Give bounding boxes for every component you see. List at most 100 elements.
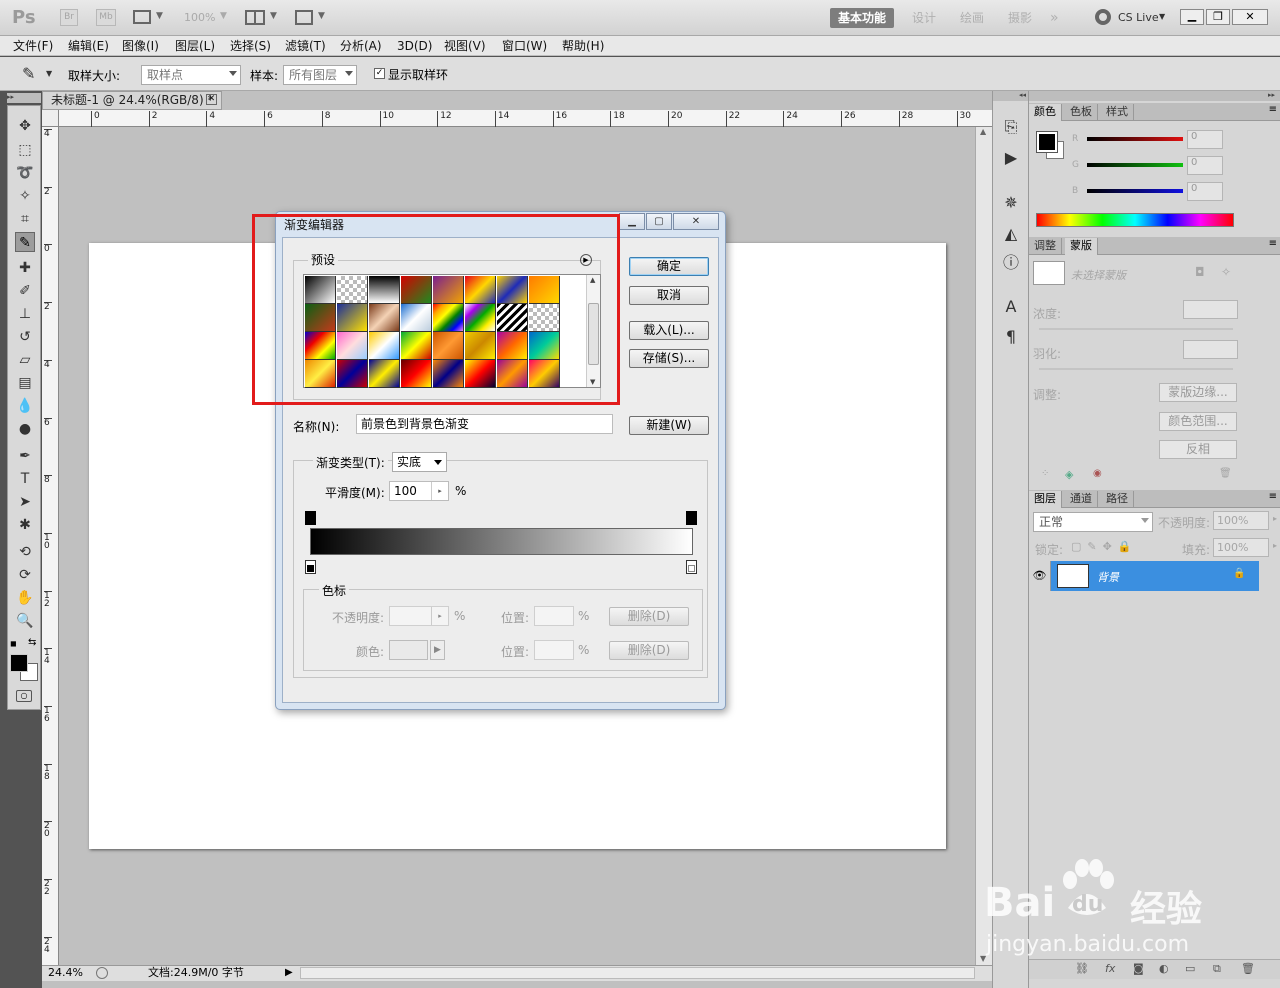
chevron-down-icon[interactable]: ▼ [1159, 12, 1165, 21]
opacity-stop-right[interactable] [686, 511, 697, 525]
eraser-tool-icon[interactable]: ▱ [15, 350, 35, 370]
eyedropper-icon[interactable]: ✎ [22, 64, 35, 83]
move-tool-icon[interactable]: ✥ [15, 116, 35, 136]
workspace-painting[interactable]: 绘画 [952, 8, 992, 28]
tab-paths[interactable]: 路径 [1101, 491, 1134, 508]
swap-colors-icon[interactable]: ⇆ [28, 637, 36, 648]
lock-icons[interactable]: ▢✎✥🔒 [1071, 540, 1138, 553]
color-range-button[interactable]: 颜色范围... [1159, 412, 1237, 431]
stop-location-input-1[interactable] [534, 606, 574, 626]
panel-menu-icon[interactable]: ≡ [1269, 104, 1277, 115]
restore-button[interactable]: ❐ [1206, 9, 1230, 25]
dialog-close-button[interactable]: ✕ [673, 213, 719, 230]
cs-live-icon[interactable] [1095, 9, 1111, 25]
menu-select[interactable]: 选择(S) [230, 36, 271, 56]
menu-analysis[interactable]: 分析(A) [340, 36, 382, 56]
default-colors-icon[interactable]: ◼ [10, 639, 17, 648]
stop-location-input-2[interactable] [534, 640, 574, 660]
chevron-down-icon[interactable]: ▼ [46, 69, 52, 78]
channel-r-slider[interactable] [1087, 137, 1183, 141]
close-tab-icon[interactable]: ✕ [206, 94, 217, 105]
clone-stamp-tool-icon[interactable]: ⊥ [15, 304, 35, 324]
panels-collapse-icon[interactable]: ▸▸ [1029, 91, 1280, 101]
panel-menu-icon[interactable]: ≡ [1269, 491, 1277, 502]
paragraph-panel-icon[interactable]: ¶ [1001, 327, 1021, 347]
new-gradient-button[interactable]: 新建(W) [629, 416, 709, 435]
channel-b-value[interactable]: 0 [1187, 182, 1223, 201]
document-tab[interactable]: 未标题-1 @ 24.4%(RGB/8) * ✕ [42, 91, 222, 110]
feather-input[interactable] [1183, 340, 1238, 359]
gradient-tool-icon[interactable]: ▤ [15, 373, 35, 393]
crop-tool-icon[interactable]: ⌗ [15, 209, 35, 229]
menu-3d[interactable]: 3D(D) [397, 36, 432, 56]
tab-color[interactable]: 颜色 [1029, 104, 1062, 121]
horizontal-scrollbar[interactable] [300, 967, 975, 979]
chevron-down-icon[interactable]: ▼ [270, 11, 277, 21]
pixel-mask-icon[interactable]: ◘ [1195, 265, 1205, 279]
hand-tool-icon[interactable]: ✋ [15, 588, 35, 608]
channel-r-value[interactable]: 0 [1187, 130, 1223, 149]
feather-slider[interactable] [1039, 368, 1233, 370]
histogram-panel-icon[interactable]: ◭ [1001, 224, 1021, 244]
gradient-type-select[interactable]: 实底 [392, 452, 447, 472]
apply-mask-icon[interactable]: ◈ [1065, 468, 1073, 481]
type-tool-icon[interactable]: T [15, 469, 35, 489]
delete-opacity-stop-button[interactable]: 删除(D) [609, 607, 689, 626]
zoom-level[interactable]: 100% [184, 11, 215, 24]
marquee-tool-icon[interactable]: ⬚ [15, 140, 35, 160]
fill-input[interactable]: 100% [1213, 538, 1269, 557]
status-zoom[interactable]: 24.4% [48, 966, 83, 980]
disable-mask-icon[interactable]: ◉ [1093, 468, 1102, 479]
dodge-tool-icon[interactable]: ● [15, 419, 35, 439]
chevron-down-icon[interactable]: ▼ [156, 11, 163, 21]
healing-brush-tool-icon[interactable]: ✚ [15, 258, 35, 278]
delete-color-stop-button[interactable]: 删除(D) [609, 641, 689, 660]
path-selection-tool-icon[interactable]: ➤ [15, 492, 35, 512]
collapse-icon[interactable]: ◂◂ [993, 91, 1029, 101]
3d-orbit-tool-icon[interactable]: ⟳ [15, 565, 35, 585]
3d-rotate-tool-icon[interactable]: ⟲ [15, 542, 35, 562]
history-panel-icon[interactable]: ⎘ [1001, 117, 1021, 137]
character-panel-icon[interactable]: A [1001, 297, 1021, 317]
close-button[interactable]: ✕ [1232, 9, 1268, 25]
chevron-down-icon[interactable]: ▼ [318, 11, 325, 21]
opacity-input[interactable]: 100% [1213, 511, 1269, 530]
menu-window[interactable]: 窗口(W) [502, 36, 547, 56]
status-menu-icon[interactable]: ▶ [285, 966, 293, 980]
stop-color-arrow-icon[interactable]: ▶ [430, 640, 445, 660]
pen-tool-icon[interactable]: ✒ [15, 446, 35, 466]
view-extras-icon[interactable] [133, 10, 151, 24]
density-slider[interactable] [1039, 328, 1233, 330]
zoom-tool-icon[interactable]: 🔍 [15, 611, 35, 631]
channel-b-slider[interactable] [1087, 189, 1183, 193]
vertical-scrollbar[interactable]: ▲ ▼ [975, 127, 992, 965]
delete-mask-icon[interactable]: 🗑 [1219, 468, 1232, 479]
gradient-bar[interactable] [310, 528, 693, 555]
minimize-button[interactable]: ▁ [1180, 9, 1204, 25]
opacity-stop-left[interactable] [305, 511, 316, 525]
screen-mode-icon[interactable] [295, 10, 313, 25]
menu-image[interactable]: 图像(I) [122, 36, 159, 56]
history-brush-tool-icon[interactable]: ↺ [15, 327, 35, 347]
tab-swatches[interactable]: 色板 [1065, 104, 1098, 121]
workspace-photography[interactable]: 摄影 [1000, 8, 1040, 28]
bridge-button[interactable]: Br [60, 9, 78, 26]
foreground-color-swatch[interactable] [10, 654, 28, 672]
density-input[interactable] [1183, 300, 1238, 319]
scroll-up-icon[interactable]: ▲ [980, 127, 986, 136]
info-panel-icon[interactable]: ⓘ [1001, 253, 1021, 273]
load-selection-icon[interactable]: ⁘ [1041, 468, 1049, 479]
foreground-color-swatch[interactable] [1036, 131, 1058, 153]
actions-panel-icon[interactable]: ▶ [1001, 148, 1021, 168]
tab-styles[interactable]: 样式 [1101, 104, 1134, 121]
tab-channels[interactable]: 通道 [1065, 491, 1098, 508]
invert-button[interactable]: 反相 [1159, 440, 1237, 459]
mini-bridge-button[interactable]: Mb [96, 9, 116, 26]
name-input[interactable]: 前景色到背景色渐变 [356, 414, 613, 434]
tab-adjustments[interactable]: 调整 [1029, 238, 1062, 255]
status-icon[interactable] [96, 967, 108, 979]
tab-layers[interactable]: 图层 [1029, 491, 1062, 508]
color-ramp[interactable] [1036, 213, 1234, 227]
dialog-maximize-button[interactable]: ▢ [646, 213, 672, 230]
eyedropper-tool-icon[interactable]: ✎ [15, 232, 35, 252]
